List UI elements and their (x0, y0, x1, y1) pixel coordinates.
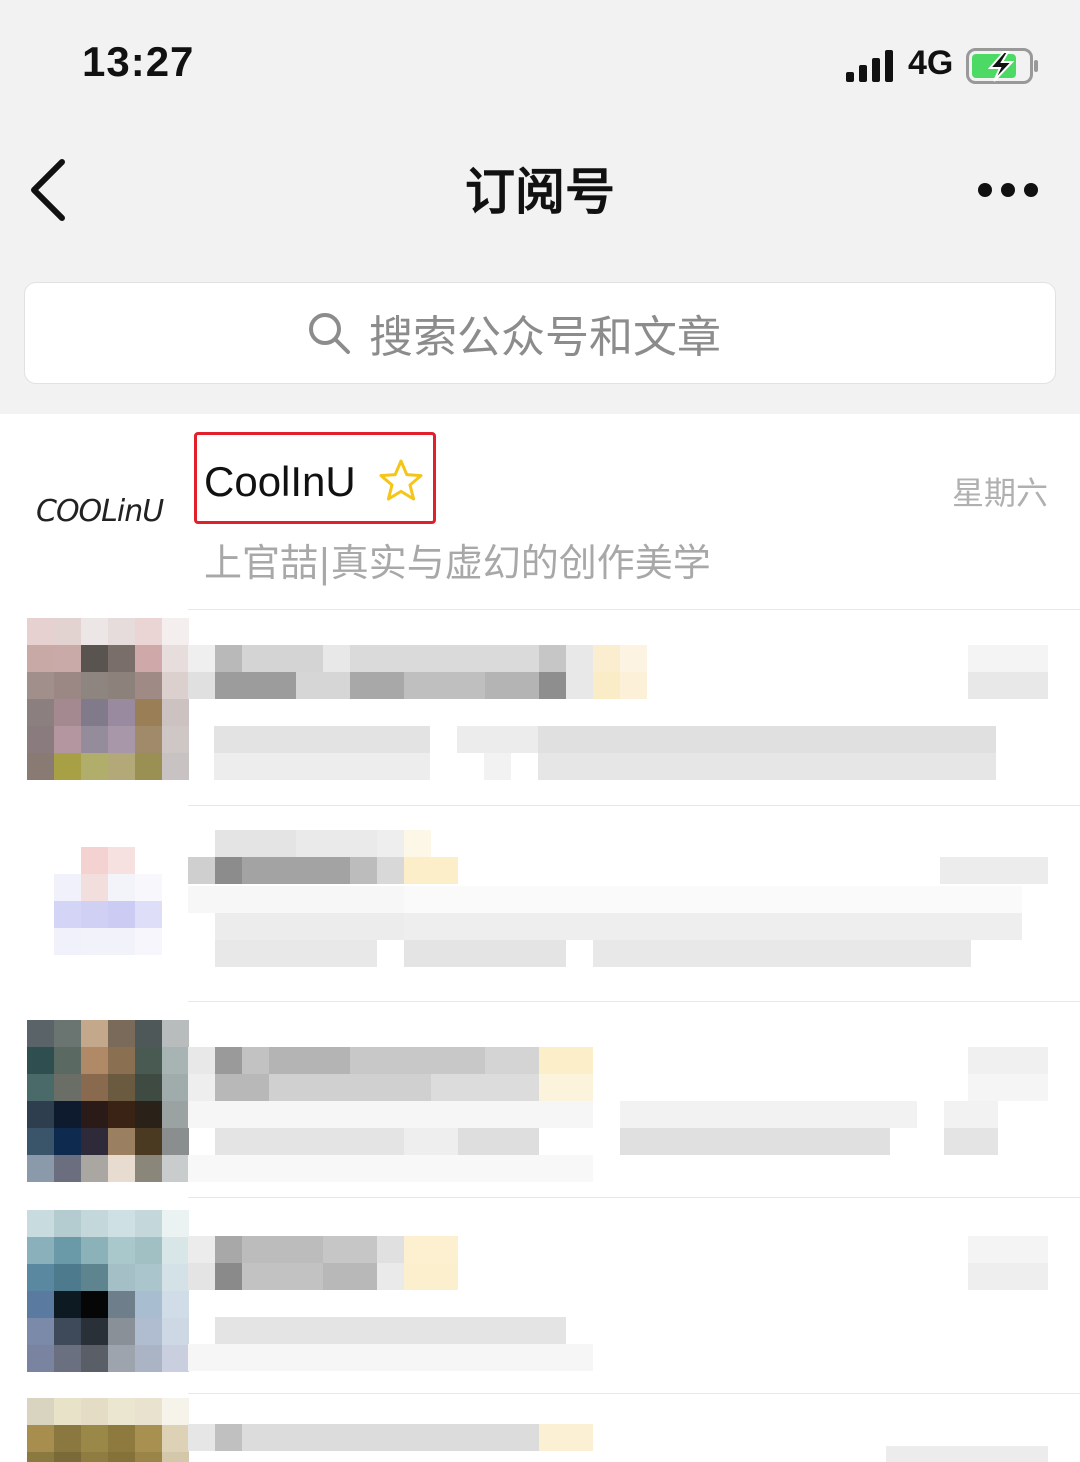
battery-icon (966, 48, 1038, 84)
page-title: 订阅号 (465, 163, 615, 221)
list-item-coolinu[interactable]: COOLinU CoolInU 星期六 上官喆|真实与虚幻的创作美学 (0, 414, 1080, 610)
blurred-time (940, 857, 1048, 884)
account-name: CoolInU (204, 458, 356, 505)
blurred-time (968, 1047, 1048, 1101)
more-icon[interactable] (976, 176, 1040, 204)
blurred-avatar (27, 820, 189, 982)
subscription-list: COOLinU CoolInU 星期六 上官喆|真实与虚幻的创作美学 (0, 414, 1080, 1462)
blurred-avatar (27, 1210, 189, 1372)
blurred-subtitle (214, 726, 996, 780)
status-time: 13:27 (82, 38, 195, 85)
blurred-subtitle (188, 1101, 1022, 1182)
blurred-title (188, 830, 458, 884)
blurred-time (968, 1236, 1048, 1290)
signal-icon (846, 50, 893, 82)
list-item[interactable] (0, 1394, 1080, 1462)
blurred-avatar (27, 1020, 189, 1182)
blurred-avatar (27, 1398, 189, 1462)
blurred-avatar (27, 618, 189, 780)
list-item[interactable] (0, 806, 1080, 1002)
account-logo: COOLinU (36, 494, 164, 529)
blurred-subtitle (188, 886, 1022, 967)
search-placeholder: 搜索公众号和文章 (369, 312, 721, 363)
blurred-title (188, 1424, 593, 1462)
blurred-time (886, 1446, 1048, 1462)
header-area: 13:27 4G 订阅号 搜索公众号和文章 (0, 0, 1080, 414)
account-subtitle: 上官喆|真实与虚幻的创作美学 (204, 541, 711, 585)
blurred-title (188, 1047, 593, 1101)
account-time: 星期六 (951, 474, 1048, 512)
blurred-subtitle (188, 1317, 593, 1371)
blurred-title (188, 645, 648, 699)
blurred-title (188, 1236, 458, 1290)
list-item[interactable] (0, 610, 1080, 806)
blurred-time (968, 645, 1048, 699)
search-icon (309, 313, 350, 354)
list-item[interactable] (0, 1002, 1080, 1198)
search-input[interactable]: 搜索公众号和文章 (24, 282, 1056, 384)
star-icon[interactable] (378, 458, 424, 504)
list-item[interactable] (0, 1198, 1080, 1394)
network-label: 4G (908, 44, 954, 82)
